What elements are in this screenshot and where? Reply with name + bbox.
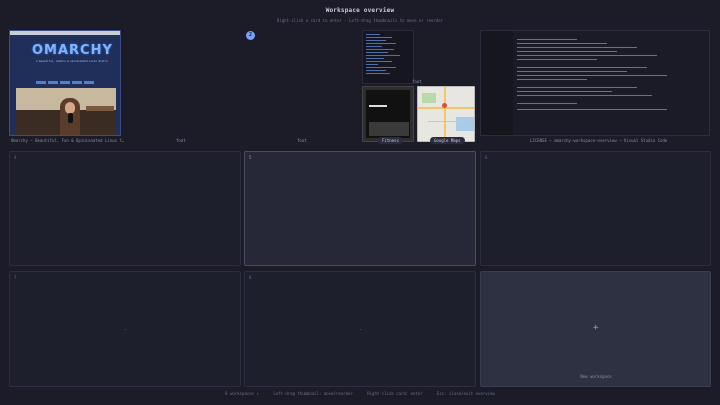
page-title: Workspace overview bbox=[325, 7, 395, 14]
workspace-badge[interactable]: 2 bbox=[246, 31, 255, 40]
new-workspace-label: New workspace bbox=[580, 374, 612, 379]
workspace-center-dot bbox=[360, 329, 361, 330]
workspace-card-5[interactable]: 5 bbox=[244, 151, 476, 266]
omarchy-logo: OMARCHY bbox=[32, 43, 113, 58]
footer-hint: Esc: close/exit overview bbox=[437, 391, 495, 396]
overview-header: Workspace overview Right-click a card to… bbox=[0, 0, 720, 28]
workspace-number: 4 bbox=[14, 155, 17, 160]
workspace-card-7[interactable]: 7 bbox=[9, 271, 241, 387]
maps-window-label: Google Maps bbox=[430, 137, 465, 144]
workspace-card-6[interactable]: 6 bbox=[480, 151, 711, 266]
video-thumbnail bbox=[16, 88, 116, 135]
foot-window-label: foot bbox=[176, 138, 186, 143]
workspace-number: 7 bbox=[14, 275, 17, 280]
omarchy-tagline: a beautiful, modern & opinionated Linux … bbox=[36, 60, 108, 63]
workspace-card-4[interactable]: 4 bbox=[9, 151, 241, 266]
footer-hint: 8 workspaces ↕ bbox=[225, 391, 259, 396]
workspace-number: 8 bbox=[249, 275, 252, 280]
page-subtitle: Right-click a card to enter · Left-drag … bbox=[276, 18, 444, 23]
footer-hint: Left-drag thumbnail: move/reorder bbox=[273, 391, 353, 396]
workspace-number: 6 bbox=[485, 155, 488, 160]
terminal-window-label: foot bbox=[412, 79, 422, 84]
footer-hint: Right-click card: enter bbox=[367, 391, 423, 396]
workspace-center-dot bbox=[125, 329, 126, 330]
browser-window-thumbnail[interactable]: OMARCHY a beautiful, modern & opinionate… bbox=[9, 30, 121, 136]
foot-window-label-2: foot bbox=[297, 138, 307, 143]
fitness-window-thumbnail[interactable] bbox=[362, 86, 414, 142]
vscode-window-label: LICENSE — omarchy-workspace-overview — V… bbox=[530, 138, 668, 143]
browser-window-label: Omarchy — Beautiful, Fun & Opinionated L… bbox=[11, 138, 125, 143]
workspace-card-8[interactable]: 8 bbox=[244, 271, 476, 387]
fitness-window-label: Fitness bbox=[378, 137, 403, 144]
vscode-window-thumbnail[interactable] bbox=[480, 30, 710, 136]
vscode-sidebar bbox=[481, 31, 513, 135]
maps-window-thumbnail[interactable] bbox=[417, 86, 475, 142]
workspace-number: 5 bbox=[249, 155, 252, 160]
browser-tab-bar bbox=[10, 31, 120, 35]
plus-icon[interactable]: + bbox=[593, 324, 598, 333]
footer-hints: 8 workspaces ↕ Left-drag thumbnail: move… bbox=[0, 391, 720, 396]
terminal-window-thumbnail[interactable] bbox=[362, 30, 414, 84]
